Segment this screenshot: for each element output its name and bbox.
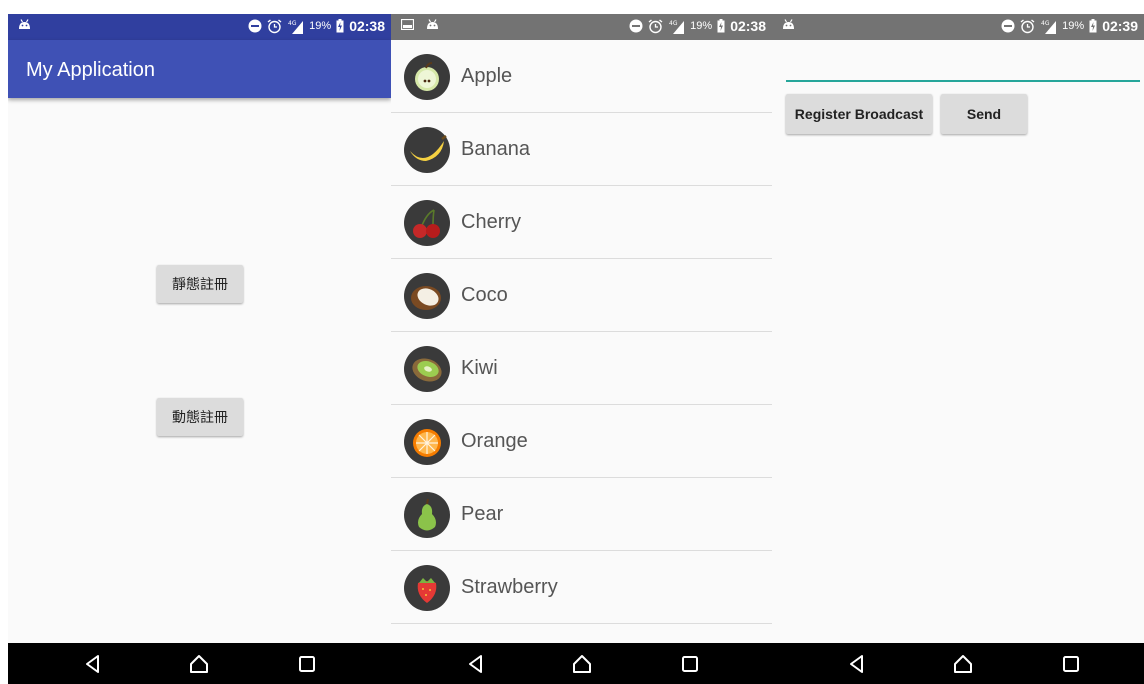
fruit-name: Strawberry [461, 576, 558, 598]
list-item[interactable]: Apple [391, 40, 772, 113]
home-icon[interactable] [952, 653, 974, 675]
signal-4g-icon: 4G [1041, 20, 1057, 34]
navigation-bar [391, 643, 772, 684]
fruit-name: Coco [461, 284, 508, 306]
list-item[interactable]: Cherry [391, 186, 772, 259]
cherry-icon [404, 200, 450, 246]
do-not-disturb-icon [629, 19, 643, 33]
do-not-disturb-icon [1001, 19, 1015, 33]
pear-icon [404, 492, 450, 538]
static-register-button[interactable]: 靜態註冊 [157, 265, 243, 303]
signal-4g-icon: 4G [669, 20, 685, 34]
recent-apps-icon[interactable] [1060, 653, 1082, 675]
strawberry-icon [404, 565, 450, 611]
app-title: My Application [26, 59, 155, 81]
list-item[interactable]: Pear [391, 478, 772, 551]
battery-percentage: 19% [1062, 20, 1085, 32]
apple-icon [404, 54, 450, 100]
svg-text:4G: 4G [288, 20, 297, 27]
list-item[interactable]: Coco [391, 259, 772, 332]
status-bar: 4G 19% 02:38 [391, 14, 772, 40]
screen-main: 4G 19% 02:38 My Application 靜態註冊 動態註冊 [8, 14, 391, 684]
signal-4g-icon: 4G [288, 20, 304, 34]
coconut-icon [404, 273, 450, 319]
status-bar: 4G 19% 02:39 [772, 14, 1144, 40]
list-item[interactable]: Strawberry [391, 551, 772, 624]
fruit-name: Orange [461, 430, 528, 452]
fruit-name: Pear [461, 503, 504, 525]
status-time: 02:38 [730, 18, 766, 34]
battery-percentage: 19% [690, 20, 713, 32]
fruit-name: Cherry [461, 211, 522, 233]
fruit-name: Apple [461, 65, 513, 87]
dynamic-register-button[interactable]: 動態註冊 [157, 398, 243, 436]
navigation-bar [772, 643, 1144, 684]
android-icon [427, 19, 438, 29]
alarm-icon [267, 18, 282, 33]
android-icon [19, 19, 30, 29]
android-icon [783, 19, 794, 29]
image-notification-icon [401, 19, 414, 30]
fruit-name: Kiwi [461, 357, 498, 379]
recent-apps-icon[interactable] [296, 653, 318, 675]
home-icon[interactable] [571, 653, 593, 675]
banana-icon [404, 127, 450, 173]
status-time: 02:39 [1102, 18, 1138, 34]
navigation-bar [8, 643, 391, 684]
register-broadcast-button[interactable]: Register Broadcast [786, 94, 932, 134]
fruit-name: Banana [461, 138, 530, 160]
status-time: 02:38 [349, 18, 385, 34]
status-bar: 4G 19% 02:38 [8, 14, 391, 40]
battery-charging-icon [336, 19, 344, 33]
alarm-icon [1020, 18, 1035, 33]
list-item[interactable]: Orange [391, 405, 772, 478]
recent-apps-icon[interactable] [679, 653, 701, 675]
screen-fruit-list: 4G 19% 02:38 Apple Banana Cherry Coco Ki… [391, 14, 772, 684]
svg-text:4G: 4G [1041, 20, 1050, 27]
fruit-list: Apple Banana Cherry Coco Kiwi Orange Pea… [391, 40, 772, 624]
alarm-icon [648, 18, 663, 33]
back-icon[interactable] [465, 653, 487, 675]
home-icon[interactable] [188, 653, 210, 675]
svg-text:4G: 4G [669, 20, 678, 27]
message-input[interactable] [786, 56, 1140, 82]
list-item[interactable]: Kiwi [391, 332, 772, 405]
send-button[interactable]: Send [941, 94, 1027, 134]
app-bar: My Application [8, 40, 391, 98]
back-icon[interactable] [846, 653, 868, 675]
screen-broadcast: 4G 19% 02:39 Register Broadcast Send [772, 14, 1144, 684]
kiwi-icon [404, 346, 450, 392]
do-not-disturb-icon [248, 19, 262, 33]
battery-charging-icon [1089, 19, 1097, 33]
orange-icon [404, 419, 450, 465]
back-icon[interactable] [82, 653, 104, 675]
battery-charging-icon [717, 19, 725, 33]
battery-percentage: 19% [309, 20, 332, 32]
list-item[interactable]: Banana [391, 113, 772, 186]
